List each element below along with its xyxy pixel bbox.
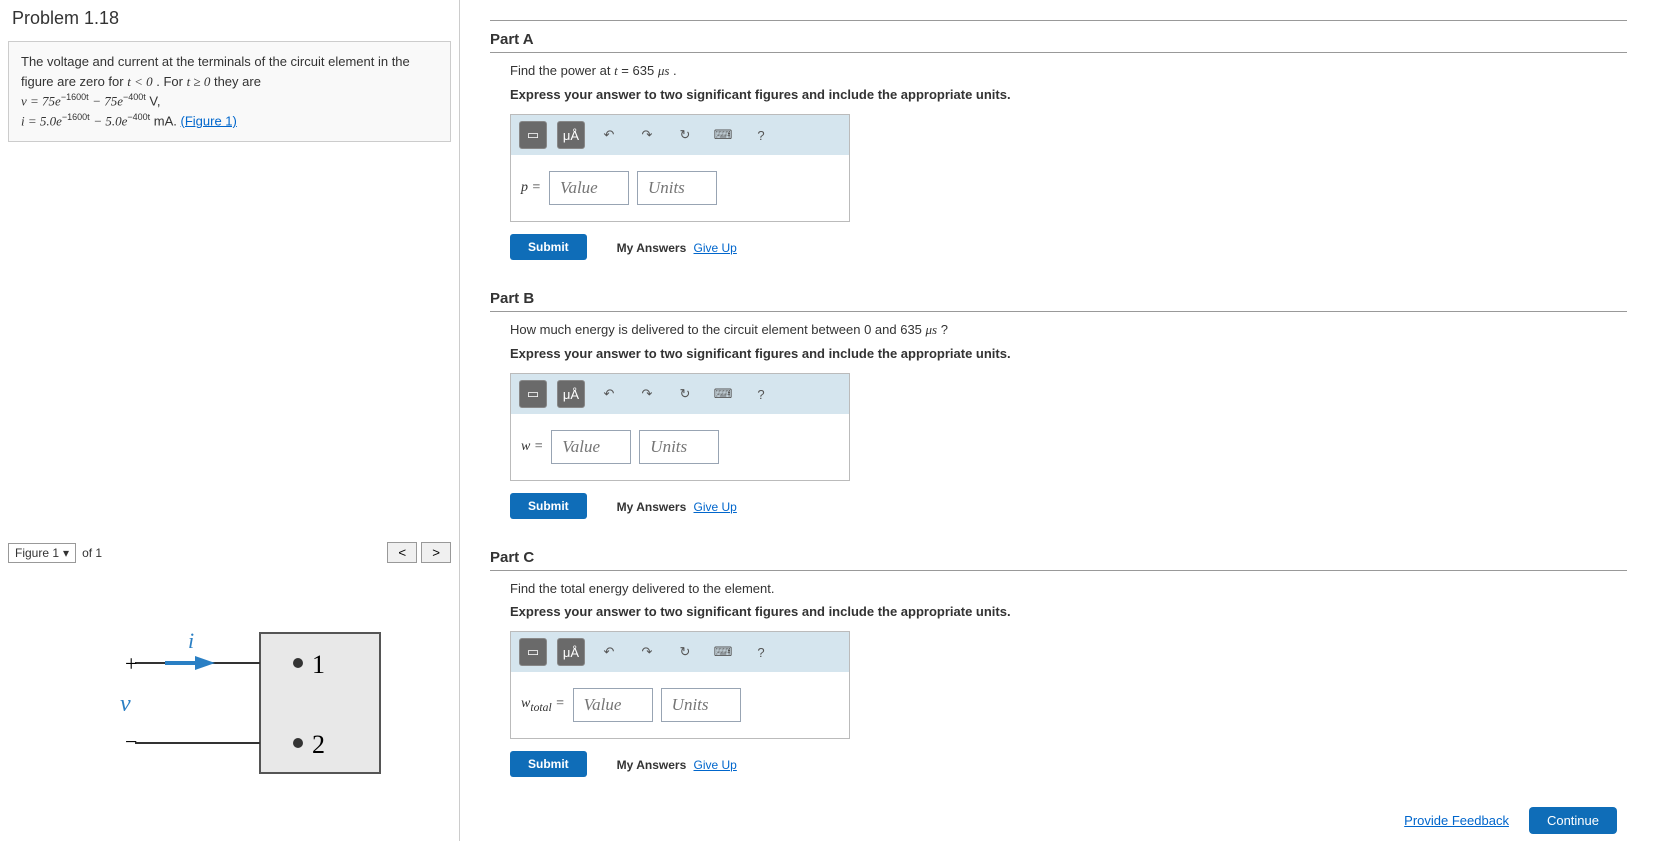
part-b-give-up[interactable]: Give Up [694,500,737,514]
part-c-my-answers[interactable]: My Answers [617,758,687,772]
chevron-down-icon: ▾ [63,546,69,560]
special-chars-button[interactable]: μÅ [557,638,585,666]
template-icon[interactable]: ▭ [519,121,547,149]
special-chars-button[interactable]: μÅ [557,121,585,149]
part-a-give-up[interactable]: Give Up [694,241,737,255]
keyboard-icon[interactable]: ⌨ [709,380,737,408]
part-b-submit-button[interactable]: Submit [510,493,587,519]
figure-dropdown-label: Figure 1 [15,546,59,560]
figure-of-text: of 1 [82,546,102,560]
part-c-title: Part C [490,549,1627,571]
part-c-var: wtotal = [521,696,565,714]
cond2: t ≥ 0 [187,74,211,89]
continue-button[interactable]: Continue [1529,807,1617,834]
part-b-title: Part B [490,290,1627,312]
undo-icon[interactable]: ↶ [595,121,623,149]
part-a-answer-box: ▭ μÅ ↶ ↷ ↻ ⌨ ? p = [510,114,850,222]
v-exp2: −400t [123,92,146,102]
problem-title: Problem 1.18 [8,8,451,29]
i-unit: mA [154,113,174,128]
for-text: . For [156,74,186,89]
part-a-value-input[interactable] [549,171,629,205]
right-panel: Part A Find the power at t = 635 μs . Ex… [460,0,1657,841]
part-b-answer-box: ▭ μÅ ↶ ↷ ↻ ⌨ ? w = [510,373,850,481]
minus-label: − [125,729,137,754]
part-a-var: p = [521,180,541,196]
plus-label: + [125,651,137,676]
redo-icon[interactable]: ↷ [633,380,661,408]
template-icon[interactable]: ▭ [519,638,547,666]
problem-description: The voltage and current at the terminals… [8,41,451,142]
part-b-instruction: Express your answer to two significant f… [490,346,1627,361]
i-eq: i = 5.0e [21,113,62,128]
figure-section: Figure 1 ▾ of 1 < > i + v [8,522,451,833]
help-icon[interactable]: ? [747,638,775,666]
left-panel: Problem 1.18 The voltage and current at … [0,0,460,841]
reset-icon[interactable]: ↻ [671,121,699,149]
they-are: they are [214,74,261,89]
part-b: Part B How much energy is delivered to t… [490,290,1627,519]
keyboard-icon[interactable]: ⌨ [709,638,737,666]
special-chars-button[interactable]: μÅ [557,380,585,408]
template-icon[interactable]: ▭ [519,380,547,408]
part-b-toolbar: ▭ μÅ ↶ ↷ ↻ ⌨ ? [511,374,849,414]
part-c-toolbar: ▭ μÅ ↶ ↷ ↻ ⌨ ? [511,632,849,672]
part-a-toolbar: ▭ μÅ ↶ ↷ ↻ ⌨ ? [511,115,849,155]
reset-icon[interactable]: ↻ [671,380,699,408]
part-c-instruction: Express your answer to two significant f… [490,604,1627,619]
part-a: Part A Find the power at t = 635 μs . Ex… [490,31,1627,260]
figure-next-button[interactable]: > [421,542,451,563]
footer: Provide Feedback Continue [490,807,1627,834]
part-a-my-answers[interactable]: My Answers [617,241,687,255]
figure-link[interactable]: (Figure 1) [181,113,237,128]
terminal-1: 1 [312,650,325,679]
part-a-submit-button[interactable]: Submit [510,234,587,260]
part-c-units-input[interactable] [661,688,741,722]
i-exp2: −400t [127,112,150,122]
circuit-diagram: i + v − 1 2 [60,593,400,813]
part-c-question: Find the total energy delivered to the e… [490,581,1627,596]
part-a-instruction: Express your answer to two significant f… [490,87,1627,102]
provide-feedback-link[interactable]: Provide Feedback [1404,813,1509,828]
part-c-submit-button[interactable]: Submit [510,751,587,777]
v-unit: V, [149,93,160,108]
i-minus: − 5.0e [93,113,127,128]
part-c-give-up[interactable]: Give Up [694,758,737,772]
part-c: Part C Find the total energy delivered t… [490,549,1627,777]
v-label: v [120,691,131,717]
figure-image: i + v − 1 2 [8,573,451,833]
figure-prev-button[interactable]: < [387,542,417,563]
part-b-units-input[interactable] [639,430,719,464]
cond1: t < 0 [127,74,152,89]
undo-icon[interactable]: ↶ [595,380,623,408]
part-b-value-input[interactable] [551,430,631,464]
reset-icon[interactable]: ↻ [671,638,699,666]
part-b-var: w = [521,439,543,455]
redo-icon[interactable]: ↷ [633,638,661,666]
part-b-question: How much energy is delivered to the circ… [490,322,1627,338]
part-b-my-answers[interactable]: My Answers [617,500,687,514]
terminal-2: 2 [312,730,325,759]
part-c-value-input[interactable] [573,688,653,722]
help-icon[interactable]: ? [747,121,775,149]
i-label: i [188,628,194,653]
undo-icon[interactable]: ↶ [595,638,623,666]
part-a-question: Find the power at t = 635 μs . [490,63,1627,79]
part-a-title: Part A [490,31,1627,53]
keyboard-icon[interactable]: ⌨ [709,121,737,149]
v-eq: v = 75e [21,93,61,108]
figure-dropdown[interactable]: Figure 1 ▾ [8,543,76,563]
part-c-answer-box: ▭ μÅ ↶ ↷ ↻ ⌨ ? wtotal = [510,631,850,739]
help-icon[interactable]: ? [747,380,775,408]
v-exp1: −1600t [61,92,89,102]
redo-icon[interactable]: ↷ [633,121,661,149]
v-minus: − 75e [92,93,123,108]
i-exp1: −1600t [62,112,90,122]
part-a-units-input[interactable] [637,171,717,205]
